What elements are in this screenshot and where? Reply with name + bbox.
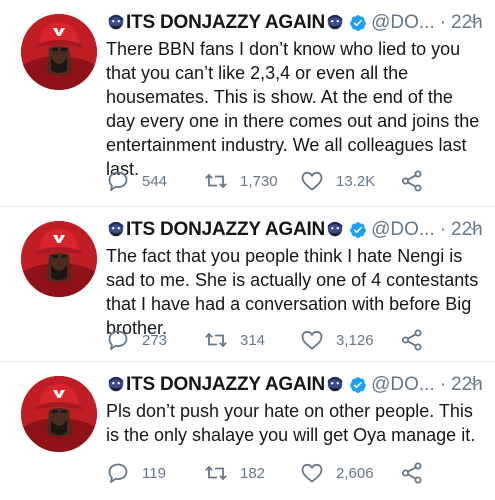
tweet-actions: 119 182 2,606: [106, 460, 486, 486]
user-handle[interactable]: @DO...: [371, 374, 435, 396]
share-icon: [400, 169, 424, 193]
bearded-face-emoji-icon: [107, 14, 125, 32]
reply-count: 273: [142, 331, 168, 349]
reply-count: 544: [142, 172, 168, 190]
avatar[interactable]: [21, 221, 97, 297]
bearded-face-emoji-icon: [107, 221, 125, 239]
verified-badge-icon: [349, 14, 367, 32]
retweet-count: 1,730: [240, 172, 278, 190]
separator-dot: ·: [439, 219, 447, 240]
display-name[interactable]: ITS DONJAZZY AGAIN: [126, 12, 325, 34]
like-icon: [300, 461, 324, 485]
like-icon: [300, 169, 324, 193]
bearded-face-emoji-icon: [326, 14, 344, 32]
like-button[interactable]: 13.2K: [300, 168, 375, 194]
bearded-face-emoji-icon: [326, 376, 344, 394]
tweet-text: There BBN fans I don’t know who lied to …: [106, 39, 480, 179]
reply-icon: [106, 169, 130, 193]
user-handle[interactable]: @DO...: [371, 12, 435, 34]
retweet-button[interactable]: 1,730: [204, 168, 278, 194]
reply-button[interactable]: 544: [106, 168, 167, 194]
share-button[interactable]: [400, 168, 424, 194]
retweet-count: 182: [240, 464, 266, 482]
share-button[interactable]: [400, 460, 424, 486]
share-icon: [400, 461, 424, 485]
reply-count: 119: [142, 464, 166, 482]
verified-badge-icon: [349, 376, 367, 394]
bearded-face-emoji-icon: [326, 221, 344, 239]
display-name[interactable]: ITS DONJAZZY AGAIN: [126, 219, 325, 241]
user-handle[interactable]: @DO...: [371, 219, 435, 241]
like-button[interactable]: 3,126: [300, 327, 374, 353]
avatar[interactable]: [21, 14, 97, 90]
bearded-face-emoji-icon: [107, 376, 125, 394]
like-count: 3,126: [336, 331, 374, 349]
reply-icon: [106, 328, 130, 352]
avatar[interactable]: [21, 376, 97, 452]
tweet-header: ITS DONJAZZY AGAIN @DO... · 22h: [106, 10, 489, 36]
retweet-icon: [204, 328, 228, 352]
like-button[interactable]: 2,606: [300, 460, 374, 486]
tweet-header: ITS DONJAZZY AGAIN @DO... · 22h: [106, 372, 489, 398]
display-name[interactable]: ITS DONJAZZY AGAIN: [126, 374, 325, 396]
tweet-divider: [0, 206, 495, 207]
reply-button[interactable]: 273: [106, 327, 167, 353]
tweet-thread: ITS DONJAZZY AGAIN @DO... · 22h There BB…: [0, 0, 495, 500]
separator-dot: ·: [439, 12, 447, 33]
reply-icon: [106, 461, 130, 485]
tweet-divider: [0, 361, 495, 362]
verified-badge-icon: [349, 221, 367, 239]
tweet-actions: 544 1,730 13.2K: [106, 168, 486, 194]
retweet-button[interactable]: 314: [204, 327, 265, 353]
like-count: 13.2K: [336, 172, 376, 190]
tweet-actions: 273 314 3,126: [106, 327, 486, 353]
retweet-count: 314: [240, 331, 266, 349]
retweet-icon: [204, 461, 228, 485]
retweet-button[interactable]: 182: [204, 460, 265, 486]
chevron-down-icon[interactable]: [467, 14, 483, 30]
tweet-text: Pls don’t push your hate on other people…: [106, 401, 476, 445]
retweet-icon: [204, 169, 228, 193]
like-icon: [300, 328, 324, 352]
share-icon: [400, 328, 424, 352]
tweet-header: ITS DONJAZZY AGAIN @DO... · 22h: [106, 217, 489, 243]
reply-button[interactable]: 119: [106, 460, 166, 486]
chevron-down-icon[interactable]: [467, 221, 483, 237]
like-count: 2,606: [336, 464, 374, 482]
separator-dot: ·: [439, 374, 447, 395]
tweet-text: The fact that you people think I hate Ne…: [106, 246, 479, 338]
share-button[interactable]: [400, 327, 424, 353]
chevron-down-icon[interactable]: [467, 376, 483, 392]
